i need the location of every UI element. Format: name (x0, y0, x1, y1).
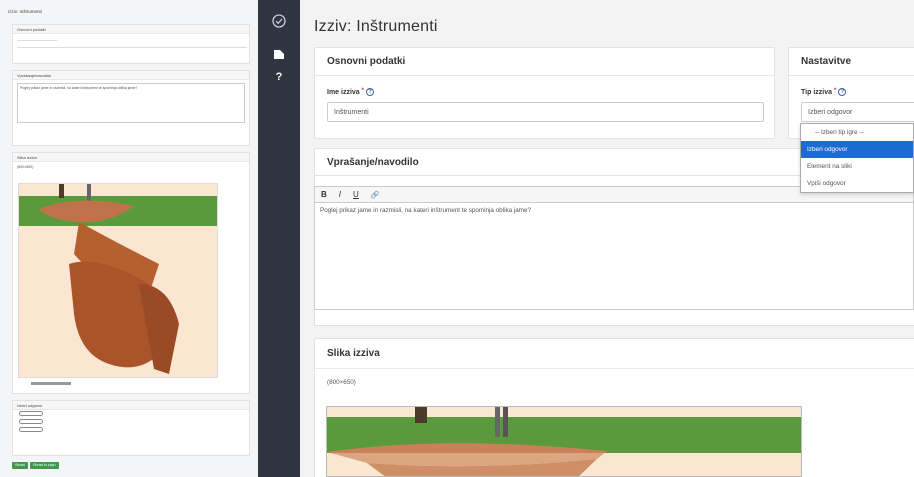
preview-answers-header: Izberi odgovor (13, 401, 249, 410)
preview-question-header: Vprašanje/navodilo (13, 71, 249, 80)
page-title: Izziv: Inštrumenti (314, 18, 438, 35)
bold-button[interactable]: B (321, 190, 327, 199)
check-circle-icon[interactable] (270, 12, 288, 30)
italic-button[interactable]: I (339, 190, 341, 199)
info-icon[interactable]: ? (365, 88, 374, 96)
required-mark: * (361, 88, 364, 94)
dropdown-option[interactable]: Vpiši odgovor (801, 175, 913, 192)
underline-button[interactable]: U (353, 190, 359, 199)
dropdown-option[interactable]: Element na sliki (801, 158, 913, 175)
image-size-note: (800×650) (327, 379, 356, 386)
basic-data-header: Osnovni podatki (315, 48, 774, 76)
preview-question-box: Vprašanje/navodilo Poglej prikaz jame in… (12, 70, 250, 146)
preview-line (17, 36, 57, 41)
flag-icon[interactable] (270, 45, 288, 63)
dropdown-option[interactable]: -- Izberi tip igre -- (801, 124, 913, 141)
preview-answer-option[interactable] (19, 427, 43, 432)
image-header: Slika izziva (315, 339, 914, 369)
type-label: Tip izziva *? (801, 88, 847, 96)
preview-buttons: Shrani Shrani in zapri (12, 462, 61, 469)
preview-save-button[interactable]: Shrani (12, 462, 29, 469)
link-icon[interactable]: 🔗 (371, 191, 380, 199)
preview-basic-box: Osnovni podatki (12, 24, 250, 64)
preview-slider[interactable] (31, 382, 71, 385)
settings-header: Nastavitve (789, 48, 914, 76)
preview-title: Izziv: Inštrumenti (8, 9, 42, 14)
question-editor[interactable]: Poglej prikaz jame in razmisli, na kater… (314, 202, 914, 310)
name-input[interactable]: Inštrumenti (327, 102, 764, 122)
required-mark: * (833, 88, 837, 94)
basic-data-card: Osnovni podatki Ime izziva *? Inštrument… (314, 47, 775, 139)
type-label-text: Tip izziva (801, 88, 832, 96)
dropdown-option-selected[interactable]: Izberi odgovor (801, 141, 913, 158)
preview-image-size: (800×650) (17, 165, 34, 169)
preview-panel: Izziv: Inštrumenti Osnovni podatki Vpraš… (0, 0, 260, 477)
preview-answers-box: Izberi odgovor (12, 400, 250, 456)
type-select[interactable]: Izberi odgovor (801, 102, 914, 122)
name-label-text: Ime izziva (327, 88, 360, 96)
preview-image (18, 183, 218, 378)
preview-basic-header: Osnovni podatki (13, 25, 249, 34)
preview-image-header: Slika izziva (13, 153, 249, 162)
info-icon[interactable]: ? (838, 88, 847, 96)
type-dropdown-list: -- Izberi tip igre -- Izberi odgovor Ele… (800, 123, 914, 193)
help-icon[interactable]: ? (270, 68, 288, 86)
preview-line (17, 43, 247, 48)
preview-save-close-button[interactable]: Shrani in zapri (30, 462, 59, 469)
preview-answer-option[interactable] (19, 411, 43, 416)
name-label: Ime izziva *? (327, 88, 374, 96)
preview-answer-option[interactable] (19, 419, 43, 424)
sidebar: ? (258, 0, 300, 477)
app-root: Izziv: Inštrumenti Osnovni podatki Vpraš… (0, 0, 914, 477)
challenge-image (326, 406, 802, 477)
preview-question-text: Poglej prikaz jame in razmisli, na kater… (17, 83, 245, 123)
